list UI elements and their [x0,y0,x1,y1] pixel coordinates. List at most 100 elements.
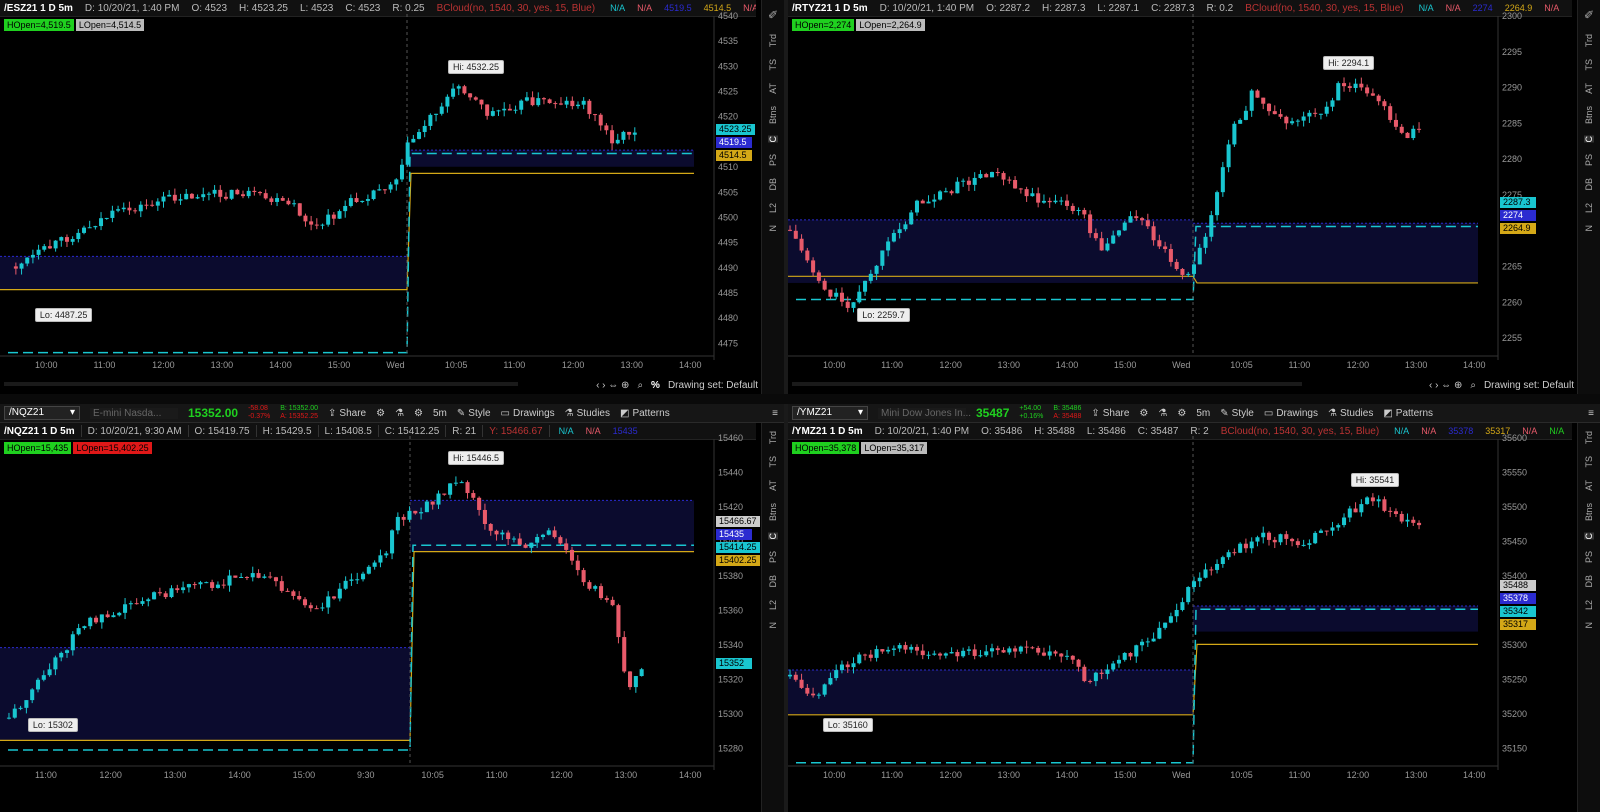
side-tab-ps[interactable]: PS [768,154,778,166]
candle-body [1088,681,1093,683]
chart-panel-es[interactable]: /ESZ21 1 D 5m D: 10/20/21, 1:40 PM O: 4523… [0,0,784,394]
side-tab-c[interactable]: C [768,532,778,540]
price-tick: 2255 [1502,333,1522,343]
horizontal-scrollbar[interactable] [792,382,1302,386]
candle-body [123,604,128,613]
candle-body [863,654,868,656]
side-tab-l2[interactable]: L2 [1584,600,1594,610]
side-tab-c[interactable]: C [1584,532,1594,540]
side-tab-db[interactable]: DB [768,178,778,191]
candle-body [507,108,512,111]
price-tick: 15300 [718,709,743,719]
side-tab-at[interactable]: AT [1584,480,1594,491]
candle-body [64,650,70,653]
candle-body [552,530,557,538]
side-tab-ps[interactable]: PS [1584,154,1594,166]
candle-body [1151,638,1156,642]
side-tab-n[interactable]: N [768,225,778,232]
time-tick: 11:00 [881,360,903,370]
candle-body [530,97,535,106]
candle-body [897,645,902,649]
price-chart[interactable]: 3560035550355003545035400353503530035250… [788,404,1574,812]
side-tab-ts[interactable]: TS [768,456,778,468]
side-tab-btns[interactable]: Btns [1584,106,1594,124]
today-cloud [410,500,694,552]
candle-body [76,628,81,635]
candle-body [1174,609,1179,617]
candle-body [1295,541,1300,546]
time-tick: 10:05 [445,360,468,370]
side-tab-at[interactable]: AT [768,83,778,94]
side-tab-trd[interactable]: Trd [768,431,778,444]
side-tab-db[interactable]: DB [1584,178,1594,191]
side-tab-btns[interactable]: Btns [768,503,778,521]
candle-body [569,549,575,561]
side-tab-trd[interactable]: Trd [768,34,778,47]
candle-body [529,542,534,548]
candle-body [1024,189,1029,197]
side-tab-ts[interactable]: TS [768,59,778,71]
candle-body [127,207,132,211]
side-tab-at[interactable]: AT [1584,83,1594,94]
side-tab-l2[interactable]: L2 [1584,203,1594,213]
drawing-set-selector[interactable]: Drawing set: Default [668,380,758,391]
candle-body [53,240,58,249]
scroll-arrows-icon[interactable]: ‹ › ⇔ ⊕ [1429,380,1462,391]
candle-body [610,130,615,144]
candle-body [1272,539,1277,543]
side-tab-ps[interactable]: PS [768,551,778,563]
candle-body [1411,519,1416,523]
side-tab-db[interactable]: DB [1584,575,1594,588]
horizontal-scrollbar[interactable] [4,382,518,386]
side-tab-btns[interactable]: Btns [768,106,778,124]
price-chart[interactable]: 2300229522902285228022752270226522602255… [788,0,1574,394]
side-tab-ts[interactable]: TS [1584,456,1594,468]
candle-body [978,174,983,178]
side-tab-n[interactable]: N [1584,225,1594,232]
candle-body [1365,87,1370,94]
side-tab-at[interactable]: AT [768,480,778,491]
side-tab-n[interactable]: N [1584,622,1594,629]
candle-body [244,577,249,579]
candle-body [805,687,810,694]
candle-body [587,582,592,589]
price-chart[interactable]: 1546015440154201540015380153601534015320… [0,404,758,812]
zoom-icon[interactable]: ⌕ [637,380,643,391]
candle-body [42,246,47,250]
drawing-tool-icon[interactable]: ✐ [768,8,778,22]
drawing-set-selector[interactable]: Drawing set: Default [1484,380,1574,391]
candle-body [229,189,234,199]
horizontal-divider[interactable] [0,394,1600,404]
side-tab-l2[interactable]: L2 [768,203,778,213]
chart-panel-rty[interactable]: /RTYZ21 1 D 5m D: 10/20/21, 1:40 PM O: 228… [788,0,1600,394]
candle-body [1163,246,1168,250]
side-tab-n[interactable]: N [768,622,778,629]
zoom-icon[interactable]: ⌕ [1470,380,1476,391]
drawing-tool-icon[interactable]: ✐ [1584,8,1594,22]
side-tab-ps[interactable]: PS [1584,551,1594,563]
menu-icon[interactable]: ≡ [772,408,784,419]
candle-body [1399,126,1404,133]
candle-body [1070,205,1075,212]
candle-body [82,227,86,233]
chart-panel-ym[interactable]: /YMZ21 ▾ Mini Dow Jones In... 35487 +54.00 +0… [788,404,1600,812]
menu-icon[interactable]: ≡ [1588,408,1600,419]
side-tab-db[interactable]: DB [768,575,778,588]
side-tab-c[interactable]: C [768,135,778,143]
price-marker: 35488 [1500,580,1536,591]
candle-body [221,584,226,586]
vertical-divider[interactable] [784,0,788,812]
candle-body [1001,650,1006,653]
scroll-arrows-icon[interactable]: ‹ › ⇔ ⊕ [596,380,629,391]
side-tab-btns[interactable]: Btns [1584,503,1594,521]
side-tab-trd[interactable]: Trd [1584,431,1594,444]
side-tab-l2[interactable]: L2 [768,600,778,610]
side-tab-c[interactable]: C [1584,135,1594,143]
candle-body [926,654,931,656]
chart-panel-nq[interactable]: /NQZ21 ▾ E-mini Nasda... 15352.00 -58.08 -0.3… [0,404,784,812]
price-chart[interactable]: 4540453545304525452045154510450545004495… [0,0,758,394]
side-tab-ts[interactable]: TS [1584,59,1594,71]
side-tab-trd[interactable]: Trd [1584,34,1594,47]
candle-body [456,86,461,89]
percent-toggle[interactable]: % [651,380,660,391]
